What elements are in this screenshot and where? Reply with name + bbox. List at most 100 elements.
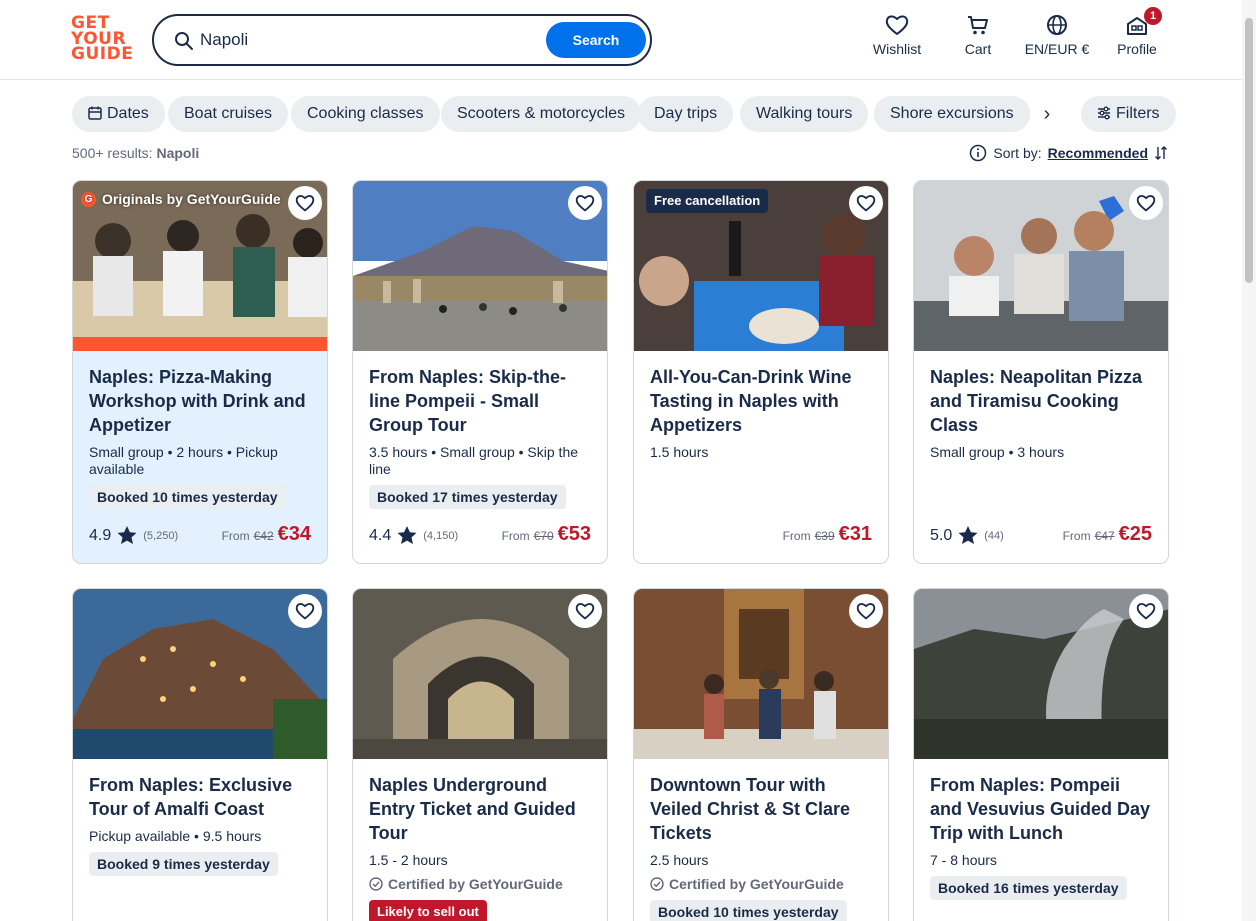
heart-icon [575, 195, 595, 212]
booked-badge: Booked 10 times yesterday [89, 485, 286, 509]
chip-dates[interactable]: Dates [72, 96, 165, 132]
heart-icon [856, 603, 876, 620]
review-count: (44) [984, 529, 1004, 542]
rating: 5.0 (44) [930, 526, 1004, 545]
info-icon [970, 144, 987, 162]
activity-meta: Small group • 3 hours [930, 444, 1065, 460]
old-price: €42 [253, 529, 274, 543]
heart-icon [295, 603, 315, 620]
heart-icon [295, 195, 315, 212]
results-count-text: 500+ results: [72, 145, 153, 161]
wishlist-heart-button[interactable] [849, 186, 883, 220]
notification-badge: 1 [1144, 7, 1162, 25]
wishlist-heart-button[interactable] [568, 594, 602, 628]
wishlist-button[interactable]: Wishlist [868, 14, 926, 64]
activity-meta: 3.5 hours • Small group • Skip the line [369, 444, 579, 477]
activity-meta: Small group • 2 hours • Pickup available [89, 444, 278, 477]
filters-icon [1098, 106, 1110, 120]
chip-label: Walking tours [756, 105, 853, 122]
activity-card[interactable]: G Originals by GetYourGuide Naples: Pizza… [72, 180, 328, 564]
price-from: From [782, 529, 811, 543]
activity-title[interactable]: Naples: Neapolitan Pizza and Tiramisu Co… [930, 365, 1152, 437]
current-price: €53 [557, 523, 591, 545]
wishlist-heart-button[interactable] [1129, 186, 1163, 220]
activity-card[interactable]: Free cancellation All-You-Can-Drink Wine… [633, 180, 889, 564]
price-from: From [1062, 529, 1091, 543]
chip-day-trips[interactable]: Day trips [638, 96, 734, 132]
certified-label: Certified by GetYourGuide [650, 876, 872, 892]
scrollbar[interactable] [1242, 0, 1256, 921]
current-price: €25 [1118, 523, 1152, 545]
activity-card[interactable]: Naples: Neapolitan Pizza and Tiramisu Co… [913, 180, 1169, 564]
wishlist-heart-button[interactable] [849, 594, 883, 628]
booked-badge: Booked 17 times yesterday [369, 485, 566, 509]
booked-badge: Booked 16 times yesterday [930, 876, 1127, 900]
heart-icon [885, 15, 909, 35]
chevron-right-icon[interactable]: › [1032, 96, 1062, 132]
activity-image [73, 589, 327, 759]
language-currency-button[interactable]: EN/EUR € [1022, 14, 1092, 64]
language-label: EN/EUR € [1024, 41, 1090, 57]
activity-title[interactable]: From Naples: Skip-the-line Pompeii - Sma… [369, 365, 591, 437]
activity-card[interactable]: From Naples: Exclusive Tour of Amalfi Co… [72, 588, 328, 921]
price: From €39 €31 [783, 523, 872, 546]
sort-control[interactable]: Sort by: Recommended [969, 144, 1168, 162]
chip-cooking-classes[interactable]: Cooking classes [291, 96, 440, 132]
activity-image [353, 589, 607, 759]
heart-icon [1136, 603, 1156, 620]
activity-title[interactable]: All-You-Can-Drink Wine Tasting in Naples… [650, 365, 872, 437]
filters-button[interactable]: Filters [1081, 96, 1176, 132]
activity-card[interactable]: From Naples: Pompeii and Vesuvius Guided… [913, 588, 1169, 921]
activity-meta: 1.5 hours [650, 444, 709, 460]
activity-title[interactable]: Naples: Pizza-Making Workshop with Drink… [89, 365, 311, 437]
old-price: €47 [1094, 529, 1115, 543]
calendar-icon [88, 106, 102, 120]
rating: 4.9 (5,250) [89, 526, 178, 545]
activity-meta: Pickup available • 9.5 hours [89, 828, 262, 844]
profile-button[interactable]: Profile 1 [1112, 7, 1162, 64]
certified-text: Certified by GetYourGuide [388, 876, 563, 892]
price: From €70 €53 [502, 523, 591, 546]
activity-title[interactable]: Downtown Tour with Veiled Christ & St Cl… [650, 773, 872, 845]
wishlist-heart-button[interactable] [568, 186, 602, 220]
chip-boat-cruises[interactable]: Boat cruises [168, 96, 289, 132]
heart-icon [1136, 195, 1156, 212]
chip-walking-tours[interactable]: Walking tours [740, 96, 869, 132]
search-button[interactable]: Search [546, 22, 646, 58]
chip-label: Cooking classes [307, 105, 424, 122]
search-input[interactable] [200, 26, 530, 54]
booked-badge: Booked 9 times yesterday [89, 852, 278, 876]
activity-image [353, 181, 607, 351]
chip-shore-excursions[interactable]: Shore excursions [874, 96, 1030, 132]
logo-line: GUIDE [71, 44, 134, 64]
wishlist-heart-button[interactable] [288, 594, 322, 628]
sort-arrows-icon [1155, 146, 1167, 160]
activity-title[interactable]: From Naples: Pompeii and Vesuvius Guided… [930, 773, 1152, 845]
activity-card[interactable]: Naples Underground Entry Ticket and Guid… [352, 588, 608, 921]
star-icon [397, 526, 417, 544]
current-price: €31 [838, 523, 872, 545]
getyourguide-logo[interactable]: GET YOUR GUIDE [71, 15, 134, 64]
chip-scooters-motorcycles[interactable]: Scooters & motorcycles [441, 96, 642, 132]
activity-title[interactable]: From Naples: Exclusive Tour of Amalfi Co… [89, 773, 311, 821]
activity-title[interactable]: Naples Underground Entry Ticket and Guid… [369, 773, 591, 845]
certified-icon [650, 877, 664, 891]
booked-badge: Booked 10 times yesterday [650, 900, 847, 921]
wishlist-heart-button[interactable] [1129, 594, 1163, 628]
activity-card[interactable]: From Naples: Skip-the-line Pompeii - Sma… [352, 180, 608, 564]
chip-label: Boat cruises [184, 105, 273, 122]
cart-icon [968, 16, 988, 35]
activity-card[interactable]: Downtown Tour with Veiled Christ & St Cl… [633, 588, 889, 921]
scrollbar-thumb[interactable] [1245, 18, 1253, 283]
certified-icon [369, 877, 383, 891]
star-icon [117, 526, 137, 544]
cart-button[interactable]: Cart [958, 14, 998, 64]
sort-label: Sort by: [993, 145, 1042, 161]
wishlist-heart-button[interactable] [288, 186, 322, 220]
search-bar: Search [152, 14, 652, 66]
sort-value[interactable]: Recommended [1048, 145, 1148, 161]
wishlist-label: Wishlist [872, 41, 922, 57]
chip-label: Scooters & motorcycles [457, 105, 626, 122]
likely-to-sell-out-badge: Likely to sell out [369, 900, 487, 921]
old-price: €70 [533, 529, 554, 543]
